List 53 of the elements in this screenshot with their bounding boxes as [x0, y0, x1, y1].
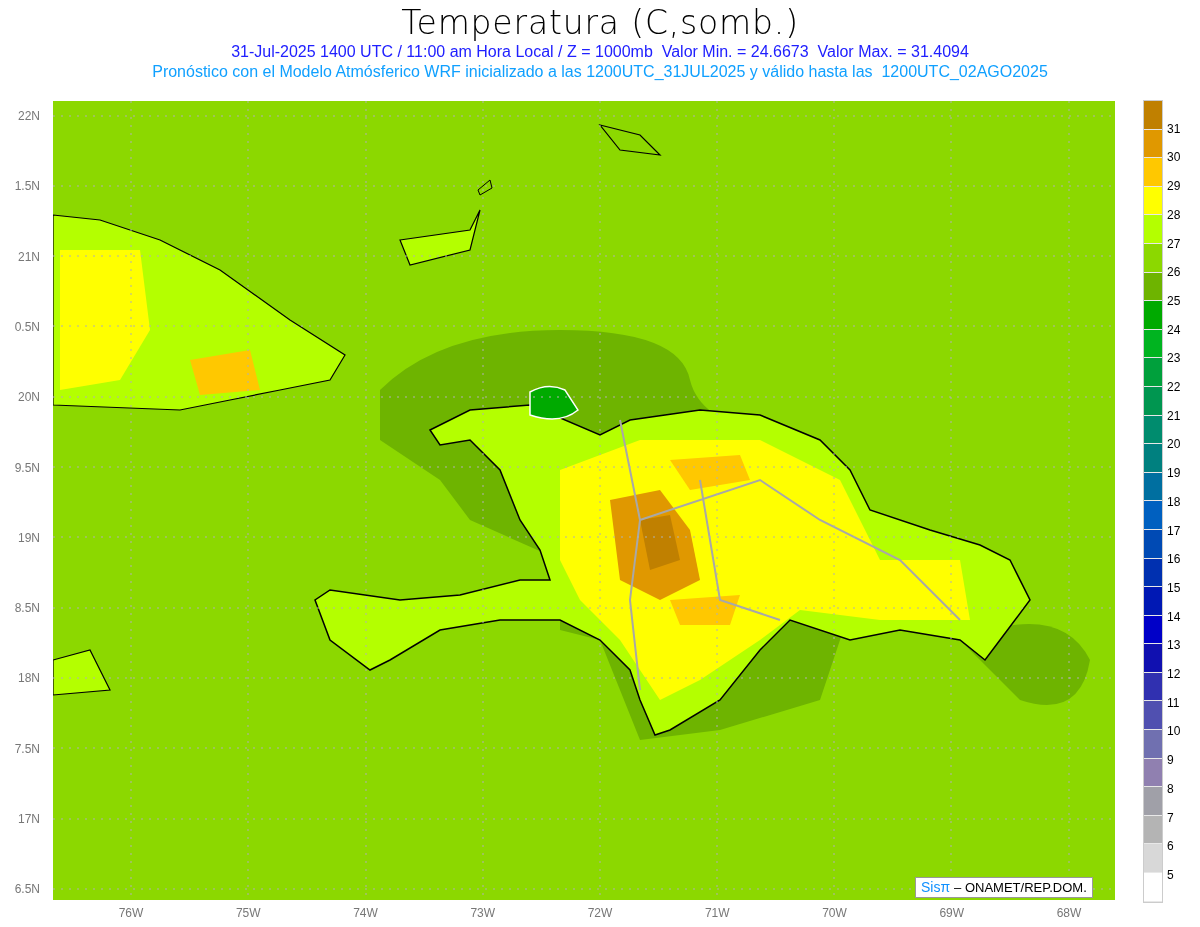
chart-title: Temperatura (C,somb.) — [401, 4, 799, 42]
legend-label: 22 — [1167, 380, 1181, 394]
longitude-label: 73W — [469, 906, 497, 920]
credit-text: – ONAMET/REP.DOM. — [954, 878, 1087, 897]
legend-label: 12 — [1167, 667, 1181, 681]
legend-label: 29 — [1167, 179, 1181, 194]
latitude-label: 19N — [17, 530, 40, 545]
legend-label: 27 — [1167, 236, 1181, 251]
legend-label: 8 — [1167, 781, 1174, 796]
longitude-label: 71W — [703, 906, 731, 920]
latitude-label: 1.5N — [13, 179, 40, 194]
latitude-label: 22N — [17, 109, 40, 123]
legend-label: 16 — [1167, 552, 1181, 567]
legend-label: 15 — [1167, 580, 1181, 595]
latitude-label: 9.5N — [13, 460, 40, 475]
legend-label: 9 — [1167, 753, 1174, 768]
longitude-label: 72W — [586, 906, 614, 920]
legend-label: 13 — [1167, 638, 1181, 653]
latitude-label: 18N — [17, 671, 40, 686]
legend-label: 10 — [1167, 724, 1181, 739]
legend-label: 25 — [1167, 293, 1181, 308]
longitude-label: 74W — [352, 906, 379, 920]
longitude-label: 75W — [234, 906, 262, 920]
legend-label: 11 — [1167, 695, 1180, 710]
legend-label: 6 — [1167, 839, 1174, 854]
latitude-label: 8.5N — [13, 601, 40, 616]
latitude-label: 17N — [17, 812, 40, 826]
legend-label: 26 — [1167, 265, 1181, 280]
latitude-label: 0.5N — [13, 319, 40, 334]
model-note: Pronóstico con el Modelo Atmósferico WRF inicializado a las 1200UTC_31JUL2025 y válido hasta las 1200UTC_02AGO2025 — [152, 62, 1048, 82]
forecast-time-line: 31-Jul-2025 1400 UTC / 11:00 am Hora Local / Z = 1000mb Valor Min. = 24.6673 Valor Max. = 31.4094 — [231, 42, 969, 62]
latitude-label: 21N — [17, 249, 40, 264]
longitude-label: 70W — [821, 906, 848, 920]
legend-label: 7 — [1167, 810, 1174, 825]
legend-label: 14 — [1167, 609, 1181, 624]
latitude-label: 20N — [17, 390, 40, 405]
latitude-label: 7.5N — [13, 741, 40, 756]
legend-label: 19 — [1167, 466, 1181, 481]
legend-label: 24 — [1167, 322, 1181, 337]
latitude-label: 6.5N — [13, 882, 40, 897]
legend-label: 21 — [1167, 408, 1181, 423]
legend-label: 17 — [1167, 523, 1181, 538]
legend-label: 31 — [1167, 121, 1181, 136]
logo-text: Sisπ — [921, 878, 951, 897]
longitude-label: 76W — [117, 906, 145, 920]
longitude-label: 69W — [938, 906, 966, 920]
legend-label: 18 — [1167, 494, 1181, 509]
legend-label: 23 — [1167, 351, 1181, 366]
legend-label: 28 — [1167, 207, 1181, 222]
legend-label: 30 — [1167, 150, 1181, 165]
legend-label: 20 — [1167, 437, 1181, 452]
legend-label: 5 — [1167, 867, 1174, 882]
longitude-label: 68W — [1055, 906, 1083, 920]
